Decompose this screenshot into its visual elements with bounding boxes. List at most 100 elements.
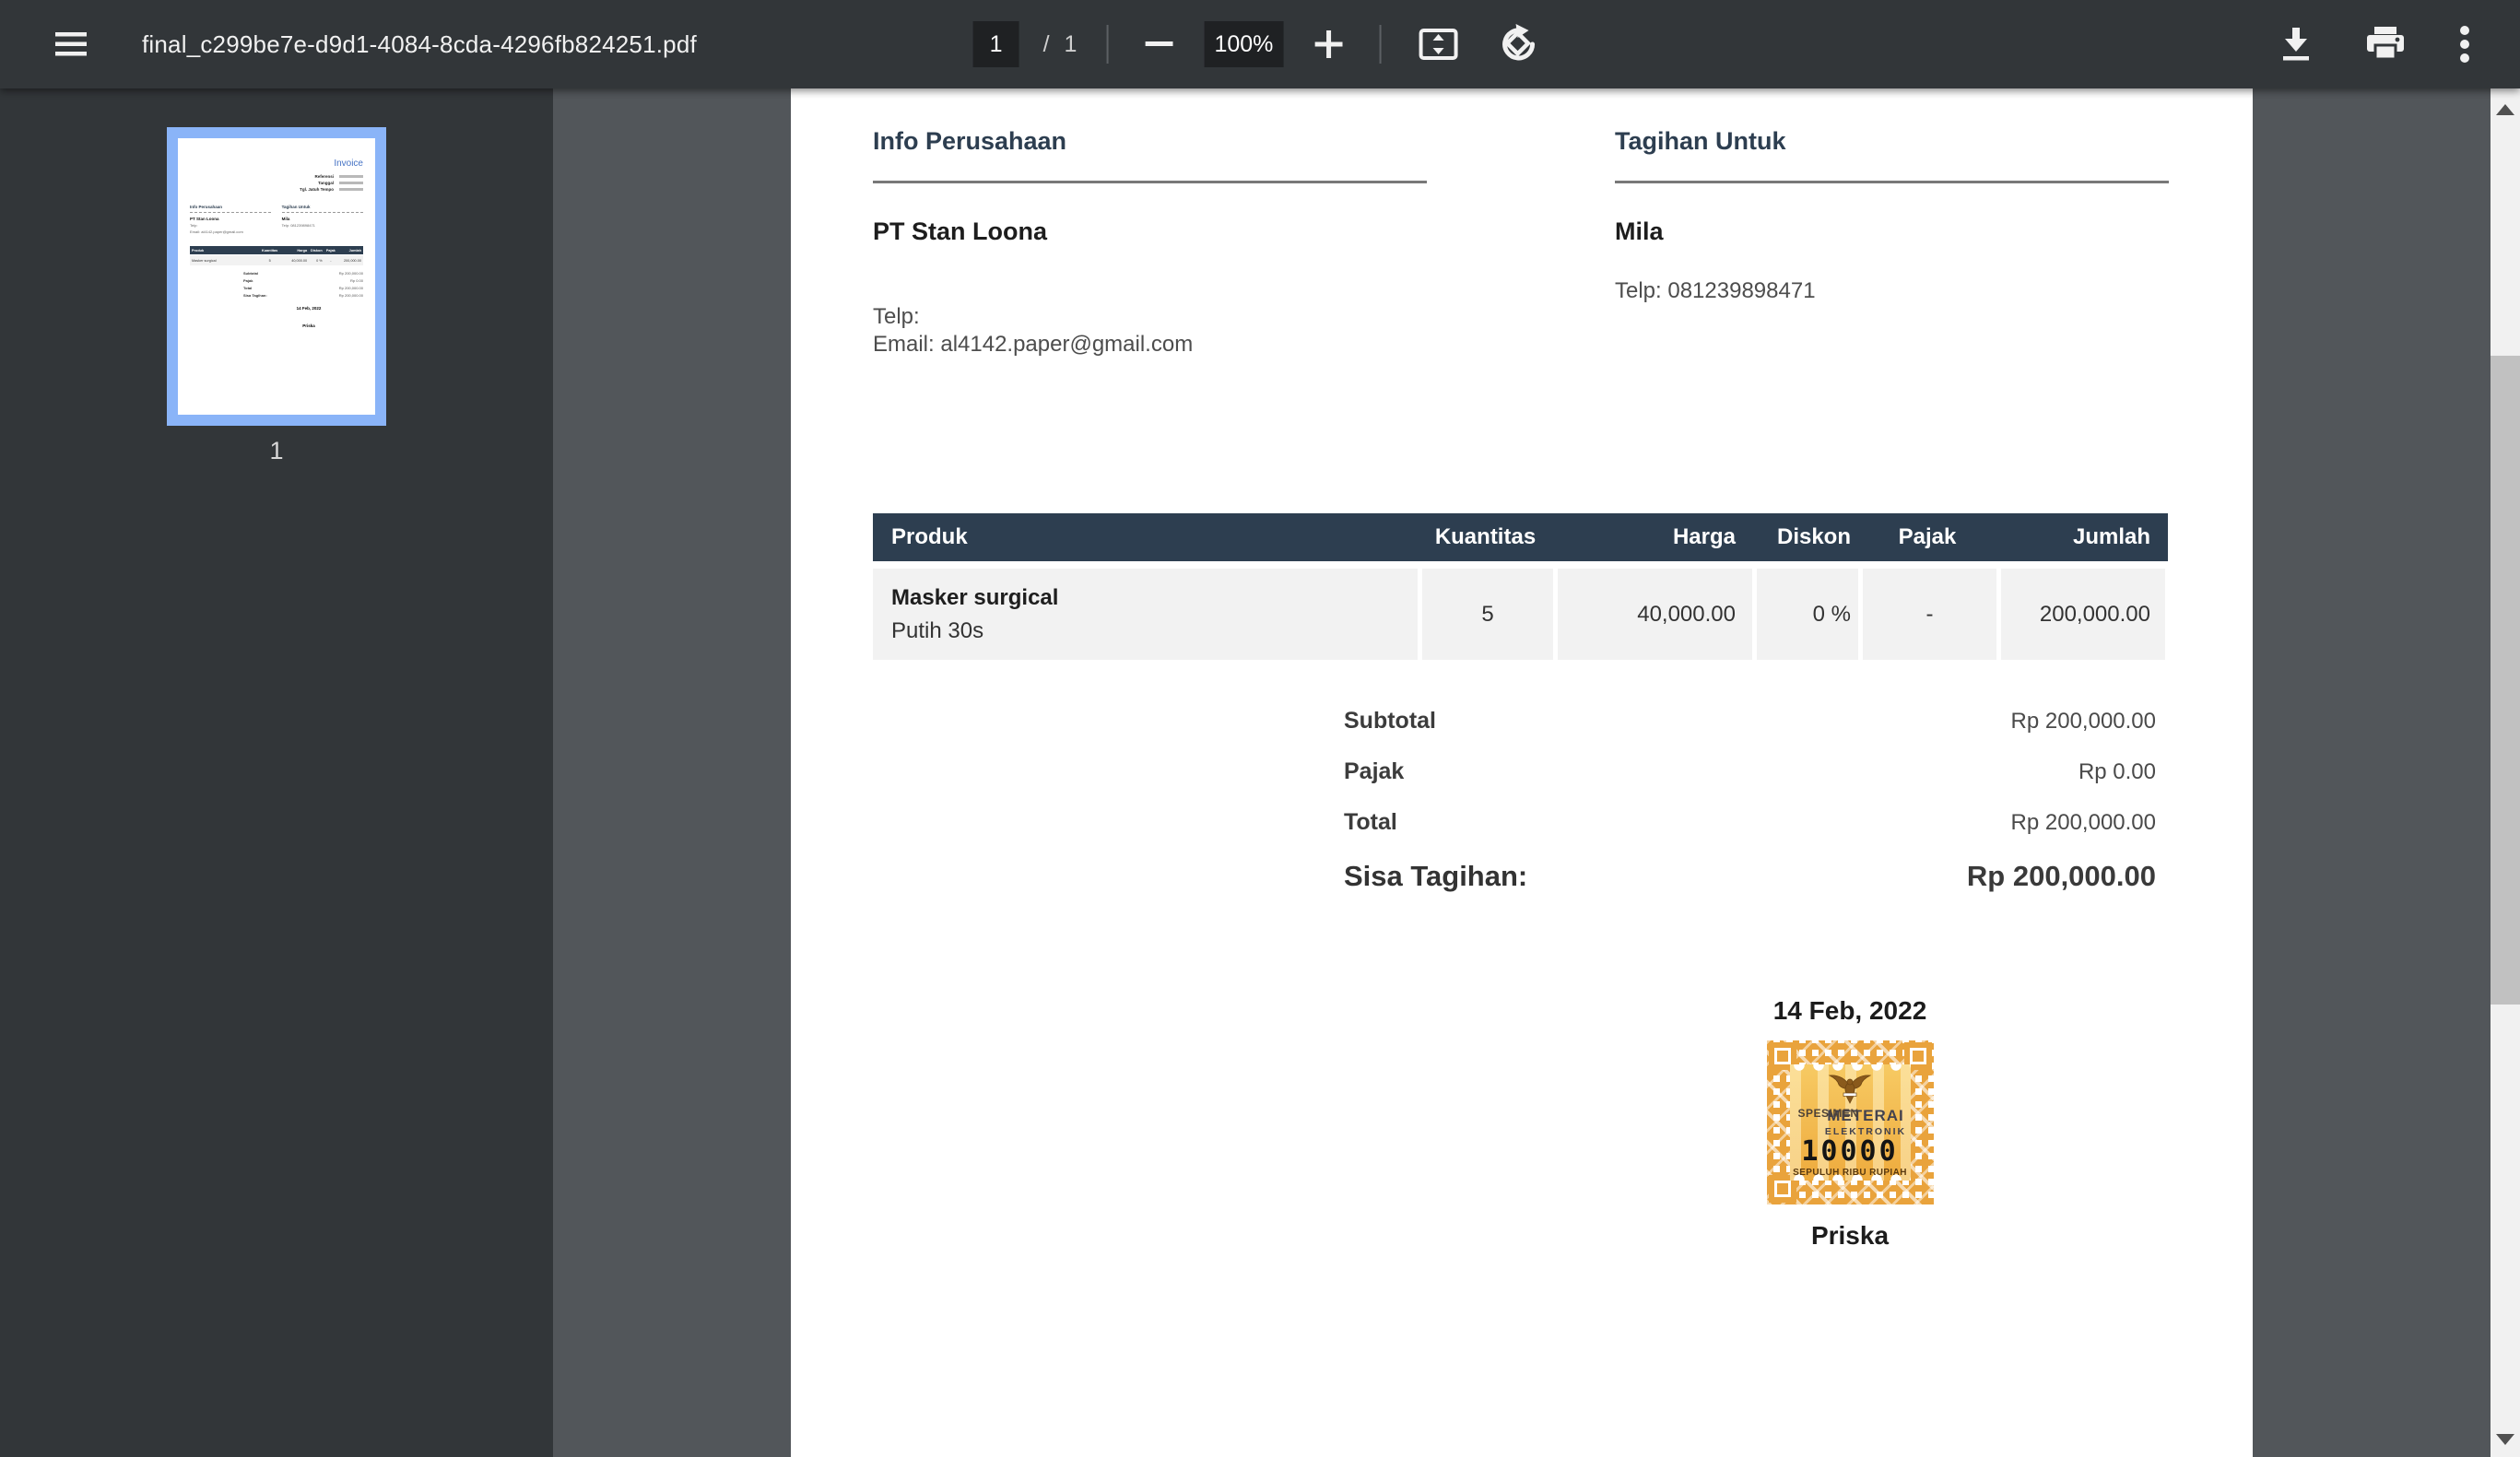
thumb-total-value: Rp 200,000.00 (338, 271, 363, 276)
thumb-company-heading: Info Perusahaan (190, 205, 223, 209)
menu-button[interactable] (48, 25, 94, 64)
thumb-billto-phone: Telp: 081239898471 (281, 223, 315, 228)
thumbnail-sidebar: Invoice Referensi Tanggal Tgl. Jatuh Tem… (0, 88, 553, 1457)
cell-discount: 0 % (1752, 569, 1858, 660)
page-separator: / (1042, 30, 1050, 57)
section-divider (873, 181, 1427, 183)
pdf-viewport[interactable]: Info Perusahaan PT Stan Loona Telp: Emai… (553, 88, 2491, 1457)
tax-row: Pajak Rp 0.00 (873, 758, 2168, 785)
page-thumbnail[interactable]: Invoice Referensi Tanggal Tgl. Jatuh Tem… (167, 127, 386, 426)
page-count: / 1 (1043, 31, 1077, 58)
toolbar-divider (1106, 25, 1109, 64)
rotate-button[interactable] (1490, 16, 1547, 73)
stamp-spesimen-text: SPESIMEN (1797, 1107, 1859, 1120)
thumbnail-page-number: 1 (269, 437, 284, 464)
thumb-th: Jumlah (348, 248, 361, 253)
col-header-price: Harga (1672, 524, 1736, 549)
more-options-button[interactable] (2452, 18, 2478, 70)
thumb-company-name: PT Stan Loona (190, 217, 219, 221)
download-button[interactable] (2273, 20, 2319, 68)
total-row: Total Rp 200,000.00 (873, 809, 2168, 836)
signer-name: Priska (1810, 1221, 1890, 1250)
col-header-qty: Kuantitas (1434, 524, 1537, 549)
emeterai-stamp: SPESIMEN METERAI ELEKTRONIK 10000 SEPULU… (1766, 1040, 1934, 1204)
tax-value: Rp 0.00 (2078, 759, 2156, 784)
cell-price: 40,000.00 (1553, 569, 1752, 660)
thumb-total-label: Pajak (243, 278, 253, 283)
thumb-total-label: Subtotal (243, 271, 258, 276)
thumb-company-phone: Telp: (190, 223, 198, 228)
thumb-th: Harga (297, 248, 308, 253)
product-name: Masker surgical (891, 584, 1059, 610)
billto-contact: Telp: 081239898471 (1615, 277, 2169, 305)
thumb-meta-value-bar (339, 175, 363, 178)
page-number-input[interactable] (972, 21, 1019, 67)
balance-row: Sisa Tagihan: Rp 200,000.00 (873, 860, 2168, 893)
garuda-emblem-icon (1828, 1072, 1872, 1105)
scrollbar-thumb[interactable] (2491, 356, 2520, 1005)
thumbnail-preview: Invoice Referensi Tanggal Tgl. Jatuh Tem… (178, 138, 375, 415)
scroll-up-button[interactable] (2491, 94, 2520, 125)
thumb-invoice-title: Invoice (334, 159, 363, 169)
thumb-total-value: Rp 200,000.00 (338, 293, 363, 298)
stamp-label: SPESIMEN METERAI ELEKTRONIK 10000 SEPULU… (1789, 1064, 1911, 1181)
col-header-discount: Diskon (1776, 524, 1851, 549)
totals-block: Subtotal Rp 200,000.00 Pajak Rp 0.00 Tot… (873, 708, 2168, 893)
zoom-in-button[interactable] (1307, 23, 1349, 65)
toolbar-divider (1379, 25, 1382, 64)
total-label: Total (1344, 809, 1397, 835)
billto-info-block: Tagihan Untuk Mila Telp: 081239898471 (1615, 127, 2169, 358)
company-info-block: Info Perusahaan PT Stan Loona Telp: Emai… (873, 127, 1427, 358)
plus-icon (1314, 30, 1343, 58)
thumb-totals: Subtotal Rp 200,000.00 Pajak Rp 0.00 Total… (190, 271, 363, 298)
thumb-meta-label: Tanggal (318, 181, 334, 185)
stamp-value-text: 10000 (1801, 1135, 1899, 1168)
scroll-down-button[interactable] (2491, 1424, 2520, 1455)
thumb-billto-name: Mila (281, 217, 290, 221)
billto-phone: Telp: 081239898471 (1615, 278, 1816, 303)
thumb-td: 5 (268, 258, 271, 263)
thumb-td: 40,000.00 (291, 258, 308, 263)
thumb-th: Diskon (310, 248, 323, 253)
thumb-th: Produk (192, 248, 205, 253)
col-header-product: Produk (891, 524, 968, 549)
billto-heading: Tagihan Untuk (1615, 127, 1786, 155)
zoom-out-button[interactable] (1137, 34, 1180, 54)
cell-qty: 5 (1418, 569, 1553, 660)
subtotal-label: Subtotal (1344, 708, 1436, 734)
thumb-td: 0 % (316, 258, 323, 263)
print-icon (2367, 27, 2404, 62)
company-heading: Info Perusahaan (873, 127, 1067, 155)
thumb-table: Produk Kuantitas Harga Diskon Pajak Juml… (190, 246, 363, 265)
download-icon (2280, 28, 2312, 61)
thumb-rule (281, 212, 363, 213)
subtotal-row: Subtotal Rp 200,000.00 (873, 708, 2168, 734)
stamp-words-text: SEPULUH RIBU RUPIAH (1793, 1168, 1907, 1178)
scroll-up-arrow-icon (2496, 104, 2514, 115)
product-variant: Putih 30s (891, 617, 984, 643)
document-title: final_c299be7e-d9d1-4084-8cda-4296fb8242… (142, 29, 697, 58)
pdf-page: Info Perusahaan PT Stan Loona Telp: Emai… (791, 88, 2253, 1457)
signature-block: 14 Feb, 2022 SPESIMEN METERAI ELEKTRONIK… (1679, 996, 2020, 1251)
page-zoom-controls: / 1 100% (972, 0, 1548, 88)
thumb-th: Pajak (325, 248, 336, 253)
billto-name: Mila (1615, 217, 1664, 245)
col-header-amount: Jumlah (2072, 524, 2150, 549)
print-button[interactable] (2360, 19, 2411, 69)
minus-icon (1145, 41, 1173, 47)
company-name: PT Stan Loona (873, 217, 1047, 245)
thumb-td: 200,000.00 (343, 258, 361, 263)
table-row: Masker surgical Putih 30s 5 40,000.00 0 … (873, 569, 2168, 660)
fit-page-icon (1418, 24, 1458, 65)
zoom-level-display[interactable]: 100% (1204, 21, 1284, 67)
thumb-signer: Priska (302, 323, 315, 328)
section-divider (1615, 181, 2169, 183)
thumb-th: Kuantitas (261, 248, 278, 253)
thumb-meta-value-bar (339, 182, 363, 184)
company-phone: Telp: (873, 304, 920, 329)
viewer-body: Invoice Referensi Tanggal Tgl. Jatuh Tem… (0, 88, 2520, 1457)
vertical-scrollbar[interactable] (2491, 88, 2520, 1457)
cell-amount: 200,000.00 (1996, 569, 2165, 660)
fit-to-page-button[interactable] (1410, 17, 1466, 72)
hamburger-icon (55, 32, 87, 56)
